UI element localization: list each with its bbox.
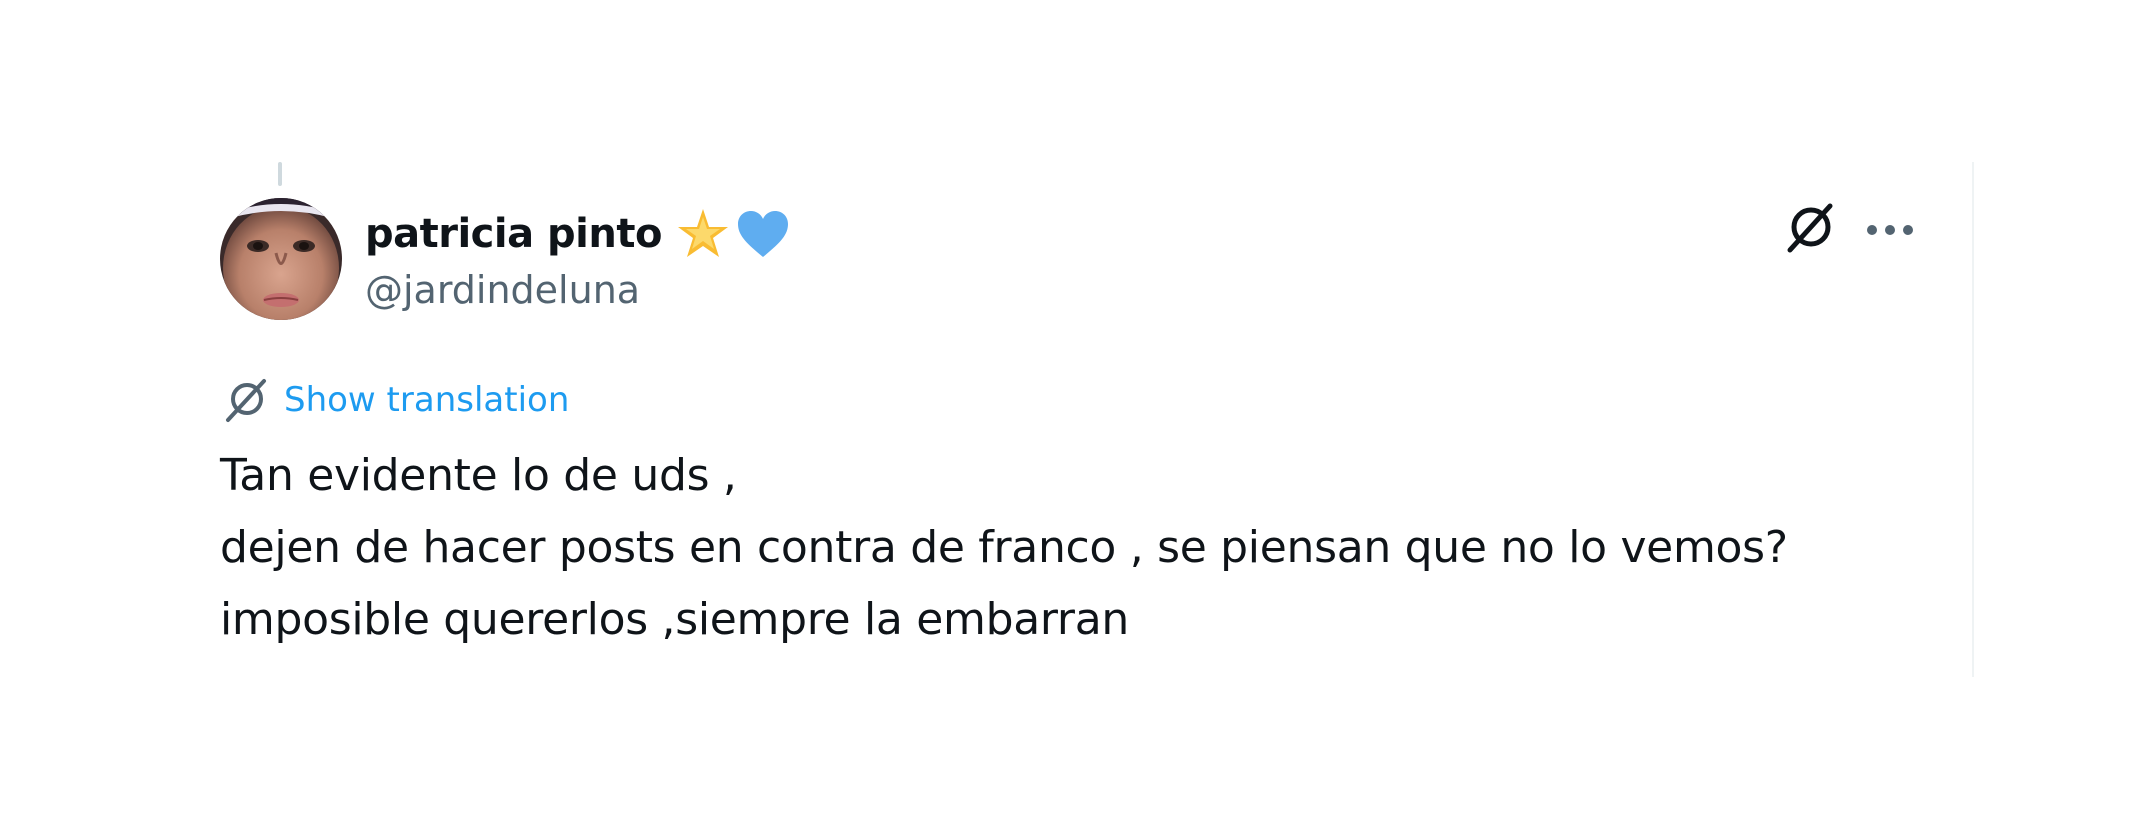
- tweet-card[interactable]: patricia pinto @jardindeluna Show transl…: [0, 0, 2148, 837]
- avatar[interactable]: [220, 198, 342, 320]
- show-translation-link[interactable]: Show translation: [222, 372, 569, 428]
- grok-button[interactable]: [1780, 200, 1840, 260]
- tweet-text-line: imposible quererlos ,siempre la embarran: [220, 594, 1129, 645]
- blue-heart-emoji-icon: [736, 209, 790, 259]
- author-handle[interactable]: @jardindeluna: [365, 268, 640, 312]
- tweet-text: Tan evidente lo de uds , dejen de hacer …: [220, 440, 1788, 656]
- thread-connector-line: [278, 162, 282, 186]
- show-translation-label[interactable]: Show translation: [284, 380, 569, 420]
- tweet-text-line: dejen de hacer posts en contra de franco…: [220, 522, 1788, 573]
- more-options-button[interactable]: [1860, 200, 1920, 260]
- author-display-name[interactable]: patricia pinto: [365, 211, 662, 257]
- more-icon: [1866, 221, 1914, 240]
- tweet-text-line: Tan evidente lo de uds ,: [220, 450, 737, 501]
- translate-icon: [222, 376, 270, 424]
- author-name-row[interactable]: patricia pinto: [365, 205, 790, 263]
- tweet-top-actions: [1780, 200, 1920, 260]
- star-emoji-icon: [676, 207, 730, 261]
- timeline-divider: [1972, 162, 1974, 677]
- grok-icon: [1782, 200, 1838, 260]
